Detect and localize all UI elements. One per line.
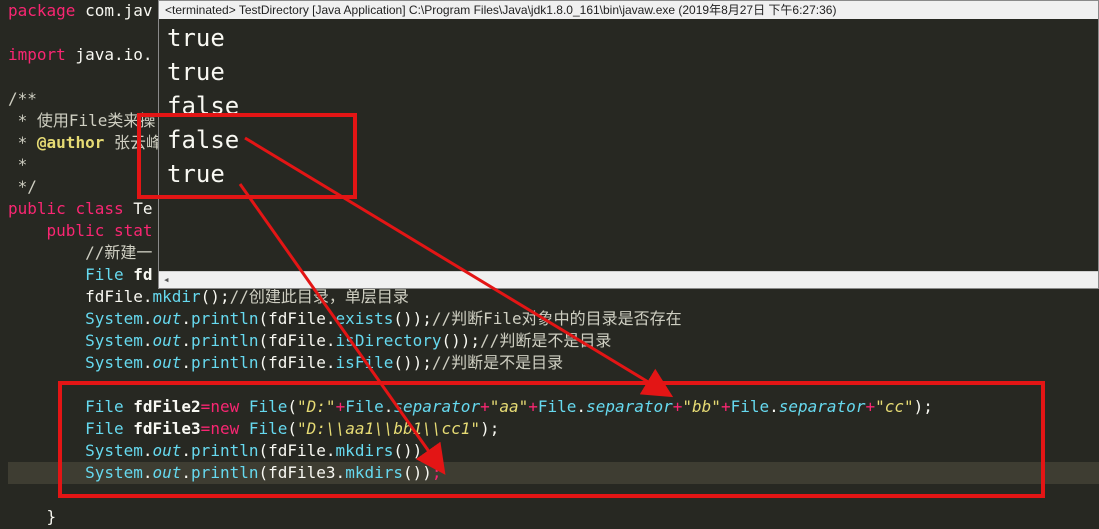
annotation-arrows [238, 136, 674, 475]
annotation-arrow-false [244, 136, 674, 398]
annotation-arrow-true [238, 183, 446, 475]
